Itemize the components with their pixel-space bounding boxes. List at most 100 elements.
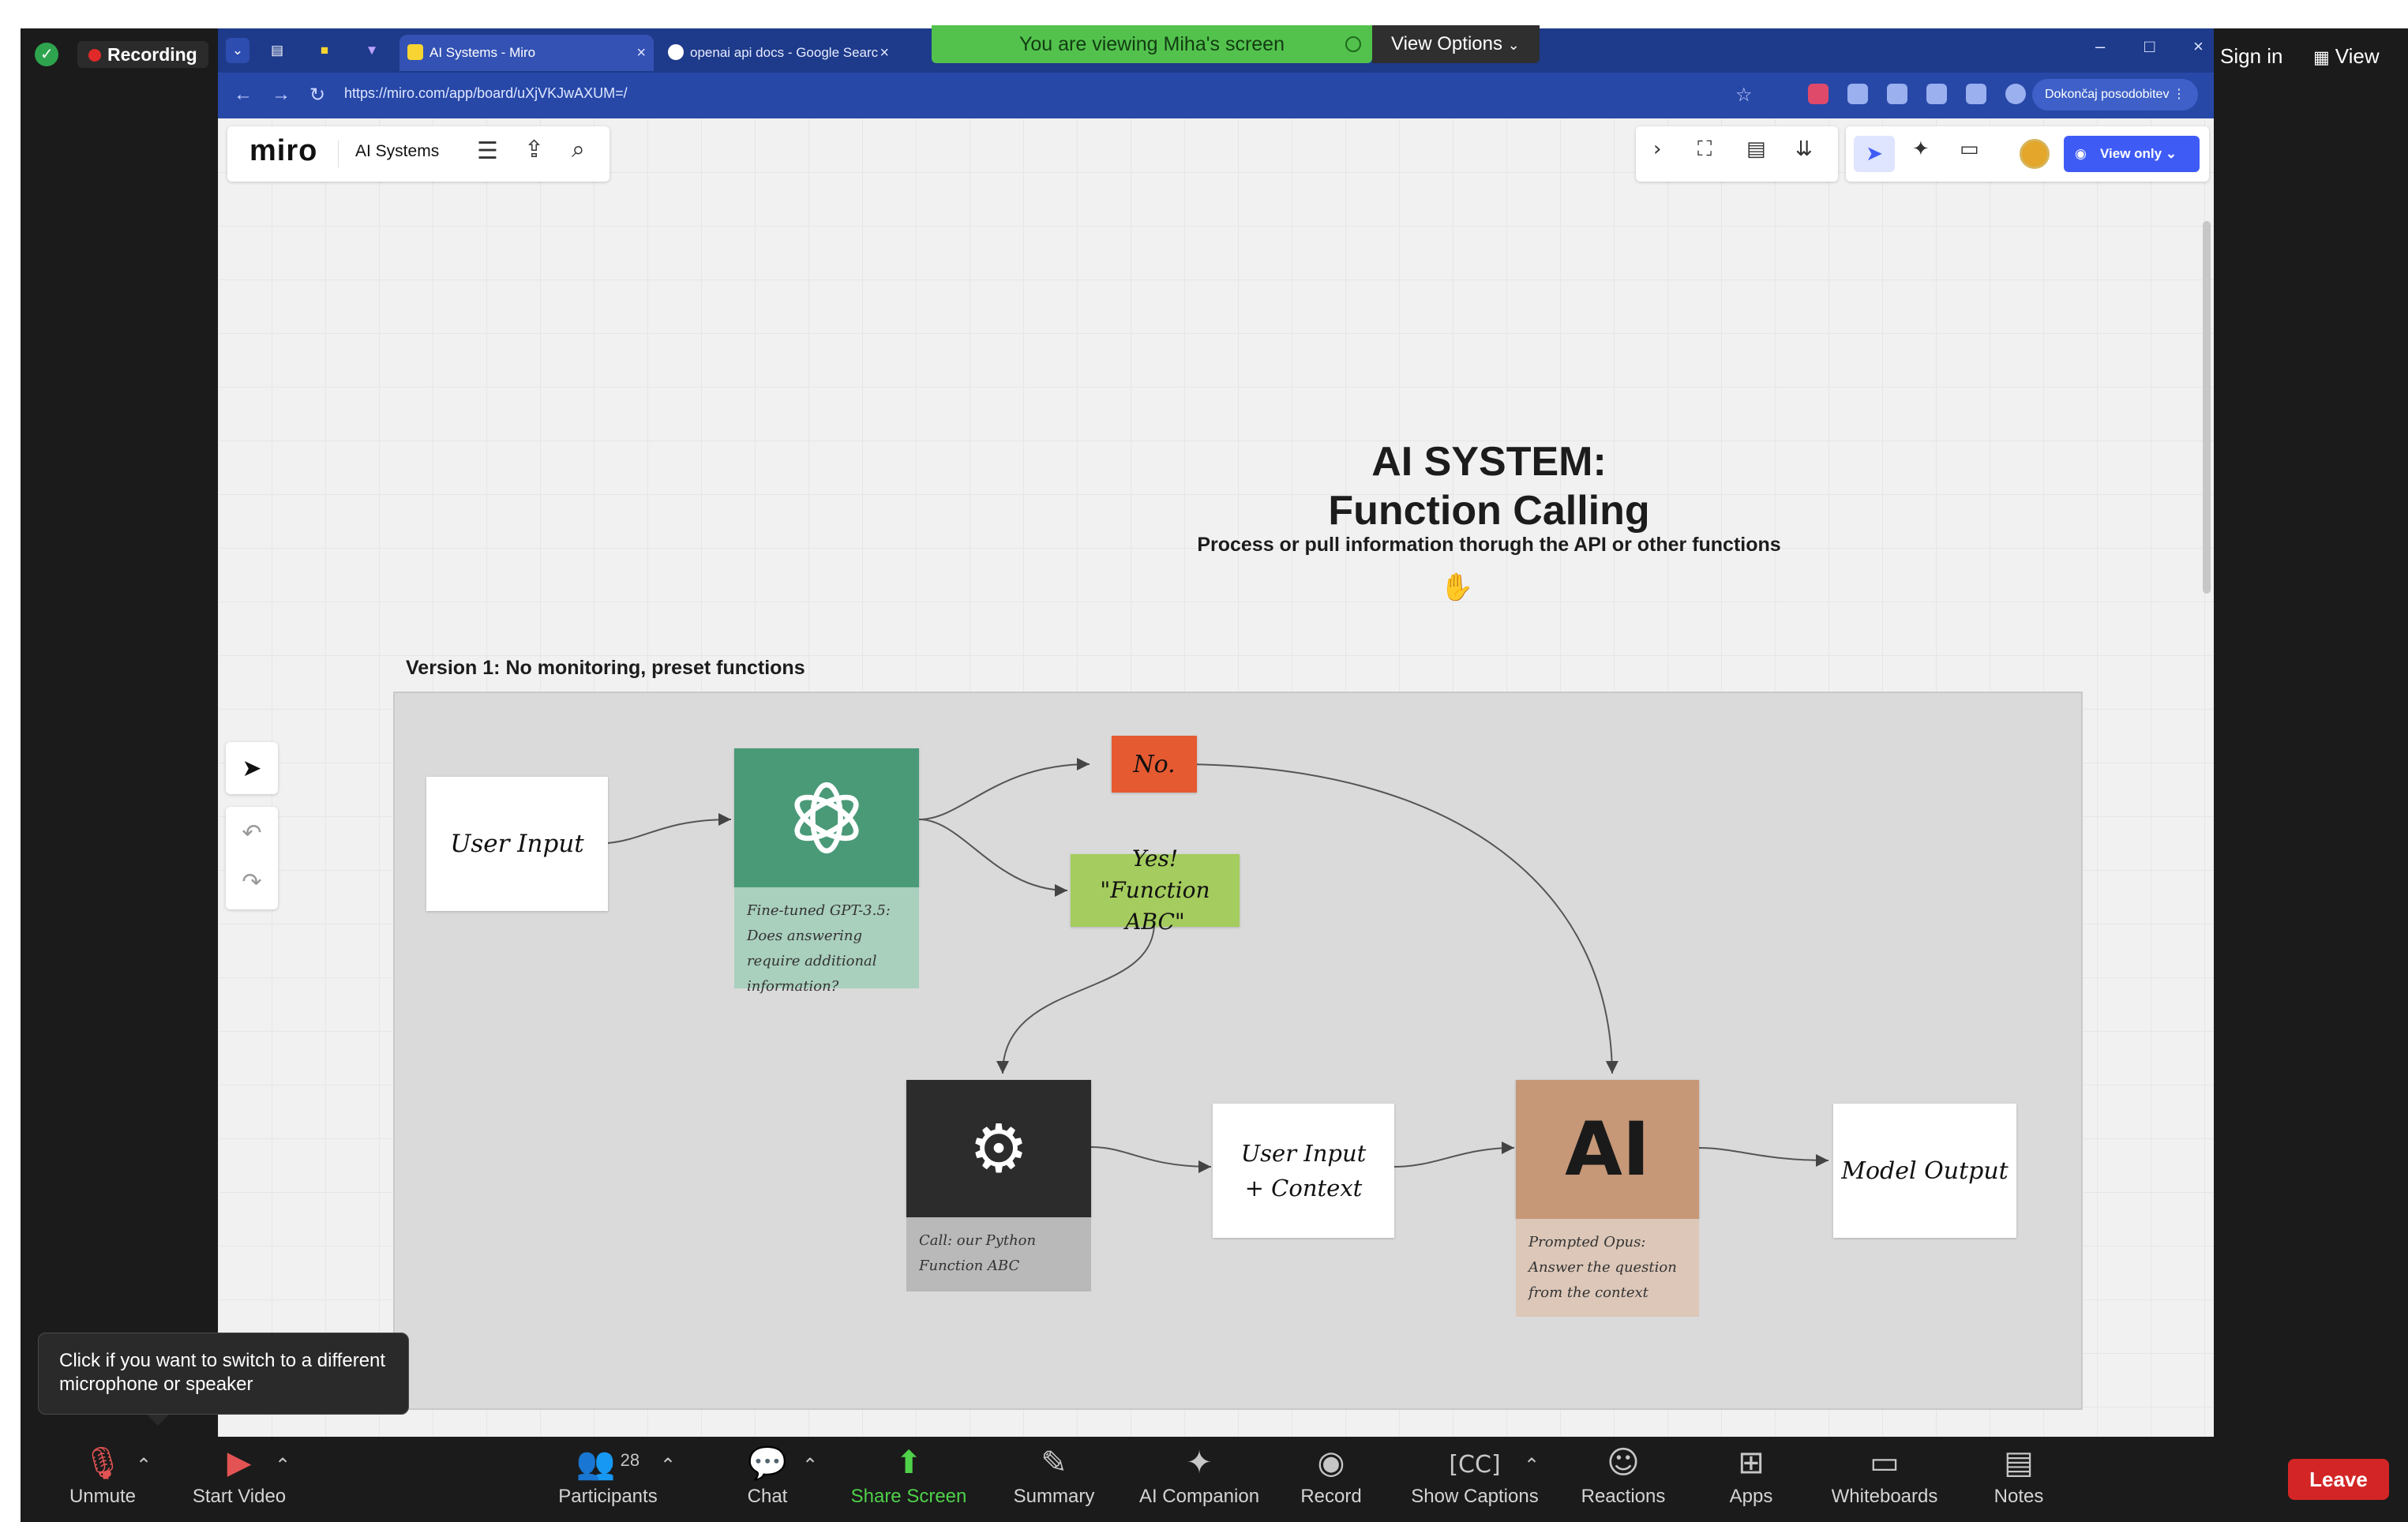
chevron-down-icon: ⌄	[1507, 37, 1520, 54]
tab-label: openai api docs - Google Searc	[690, 45, 879, 60]
tab-ai-systems-miro[interactable]: AI Systems - Miro ×	[399, 35, 654, 71]
profile-avatar-icon[interactable]	[2005, 84, 2026, 104]
apps-button[interactable]: ⊞ Apps	[1720, 1445, 1783, 1508]
fit-to-screen-icon[interactable]: ⛶	[1697, 137, 1712, 162]
extension-icon[interactable]	[1926, 84, 1947, 104]
record-icon: ◉	[1317, 1445, 1345, 1481]
yes-sticky-note[interactable]: Yes! "Function ABC"	[1071, 845, 1240, 935]
miro-board-canvas[interactable]: miro AI Systems ☰ ⇪ ⌕ › ⛶ ▤ ⇊ ➤ ✦ ▭ ◉ Vi…	[218, 118, 2214, 1437]
tab-google-search[interactable]: openai api docs - Google Searc ×	[660, 35, 897, 71]
anthropic-opus-node[interactable]: AI	[1516, 1080, 1699, 1219]
summary-button[interactable]: ✎ Summary	[995, 1445, 1113, 1508]
recording-indicator[interactable]: Recording	[77, 41, 208, 68]
expand-more-icon[interactable]: ⇊	[1795, 137, 1813, 161]
chat-button[interactable]: 💬 Chat	[736, 1445, 799, 1508]
title-line-1: AI SYSTEM:	[1371, 439, 1607, 485]
ai-companion-label: AI Companion	[1138, 1486, 1260, 1507]
chat-icon: 💬	[748, 1445, 787, 1482]
share-screen-button[interactable]: ⬆ Share Screen	[842, 1445, 976, 1508]
whiteboards-button[interactable]: ▭ Whiteboards	[1817, 1445, 1952, 1508]
gears-icon: ⚙	[969, 1110, 1029, 1187]
participants-button[interactable]: 👥 28 Participants	[545, 1445, 671, 1508]
redo-icon[interactable]: ↷	[226, 856, 278, 908]
extension-icon[interactable]	[1847, 84, 1868, 104]
captions-caret-icon[interactable]: ⌃	[1524, 1454, 1540, 1476]
user-input-context-node[interactable]: User Input + Context	[1213, 1104, 1394, 1238]
share-screen-label: Share Screen	[850, 1486, 967, 1507]
notes-button[interactable]: ▤ Notes	[1983, 1445, 2054, 1508]
user-input-node[interactable]: User Input	[426, 777, 608, 911]
shared-browser-window: ⌄ ▤ ■ ▼ AI Systems - Miro × openai api d…	[218, 25, 2214, 1437]
left-dark-margin: Recording	[21, 28, 218, 1443]
forward-icon[interactable]: →	[272, 84, 291, 106]
view-options-label: View Options	[1391, 33, 1502, 54]
view-only-button[interactable]: ◉ View only ⌄	[2064, 136, 2200, 172]
view-options-button[interactable]: View Options ⌄	[1372, 25, 1540, 63]
connector-input-to-gpt	[607, 813, 732, 844]
ai-companion-button[interactable]: ✦ AI Companion	[1124, 1445, 1274, 1508]
chat-label: Chat	[747, 1486, 788, 1507]
bookmark-star-icon[interactable]: ☆	[1735, 84, 1753, 106]
chat-caret-icon[interactable]: ⌃	[802, 1454, 818, 1476]
minimize-icon[interactable]: –	[2095, 36, 2105, 57]
record-button[interactable]: ◉ Record	[1292, 1445, 1371, 1508]
whiteboards-label: Whiteboards	[1831, 1486, 1938, 1507]
vertical-scrollbar[interactable]	[2203, 221, 2211, 594]
notes-icon[interactable]: ▤	[1746, 137, 1766, 161]
extension-icon[interactable]	[1808, 84, 1829, 104]
video-options-caret-icon[interactable]: ⌃	[275, 1454, 291, 1476]
sign-in-link[interactable]: Sign in	[2220, 44, 2283, 69]
miro-top-right-toolbar: ➤ ✦ ▭ ◉ View only ⌄	[1846, 126, 2209, 182]
connector-context-to-opus	[1393, 1142, 1515, 1168]
avatar[interactable]	[2020, 139, 2050, 169]
leave-button[interactable]: Leave	[2288, 1459, 2389, 1500]
celebrate-icon[interactable]: ✦	[1912, 137, 1930, 161]
view-menu-button[interactable]: ▦ View	[2313, 44, 2380, 69]
no-sticky-note[interactable]: No.	[1112, 736, 1197, 793]
undo-icon[interactable]: ↶	[226, 807, 278, 859]
extension-icon[interactable]	[1887, 84, 1907, 104]
board-name[interactable]: AI Systems	[355, 142, 439, 161]
participants-caret-icon[interactable]: ⌃	[660, 1454, 676, 1476]
pinned-tab-docs-icon[interactable]: ▤	[265, 38, 289, 63]
cursor-select-icon[interactable]: ➤	[1854, 136, 1895, 172]
chevron-right-icon[interactable]: ›	[1653, 137, 1661, 161]
update-label: Dokončaj posodobitev	[2045, 88, 2170, 101]
opus-caption: Prompted Opus: Answer the question from …	[1516, 1219, 1699, 1317]
hand-cursor-icon: ✋	[1440, 572, 1474, 603]
select-cursor-icon[interactable]: ➤	[226, 742, 278, 794]
function-node[interactable]: ⚙	[906, 1080, 1091, 1217]
reactions-button[interactable]: ☺ Reactions	[1568, 1445, 1678, 1508]
maximize-icon[interactable]: □	[2144, 36, 2155, 57]
unmute-label: Unmute	[69, 1486, 137, 1507]
participants-count: 28	[620, 1450, 640, 1470]
diagram-frame[interactable]: User Input Fine-tuned GPT-3.5: Does answ…	[393, 692, 2083, 1410]
search-icon[interactable]: ⌕	[572, 136, 585, 163]
back-icon[interactable]: ←	[234, 84, 253, 106]
miro-left-toolbar: ➤ ↶ ↷	[226, 742, 278, 925]
connector-no-to-opus	[1176, 763, 1618, 1074]
pinned-tab-miro-icon[interactable]: ■	[313, 38, 336, 63]
export-icon[interactable]: ⇪	[524, 136, 544, 163]
close-tab-icon[interactable]: ×	[636, 35, 646, 71]
comment-icon[interactable]: ▭	[1960, 137, 1979, 161]
menu-icon[interactable]: ☰	[477, 137, 498, 165]
zoom-meeting-window: Recording Sign in ▦ View ⌄ ▤ ■ ▼ AI Syst…	[21, 25, 2408, 1522]
reload-icon[interactable]: ↻	[309, 84, 325, 106]
gpt-node[interactable]	[734, 748, 919, 887]
share-screen-icon: ⬆	[895, 1445, 922, 1481]
close-tab-icon[interactable]: ×	[880, 35, 889, 71]
board-subtitle: Process or pull information thorugh the …	[1197, 534, 1781, 556]
google-favicon-icon	[668, 44, 684, 60]
close-window-icon[interactable]: ×	[2193, 36, 2204, 57]
model-output-node[interactable]: Model Output	[1833, 1104, 2016, 1238]
security-shield-icon[interactable]	[35, 43, 58, 66]
miro-logo[interactable]: miro	[249, 134, 317, 168]
puzzle-extensions-icon[interactable]	[1966, 84, 1986, 104]
audio-options-caret-icon[interactable]: ⌃	[136, 1454, 152, 1476]
connector-function-to-context	[1090, 1146, 1212, 1173]
pinned-tab-proton-icon[interactable]: ▼	[360, 38, 384, 63]
update-browser-button[interactable]: Dokončaj posodobitev ⋮	[2032, 79, 2198, 111]
tab-search-dropdown-icon[interactable]: ⌄	[226, 38, 249, 63]
url-input[interactable]: https://miro.com/app/board/uXjVKJwAXUM=/	[344, 85, 628, 102]
